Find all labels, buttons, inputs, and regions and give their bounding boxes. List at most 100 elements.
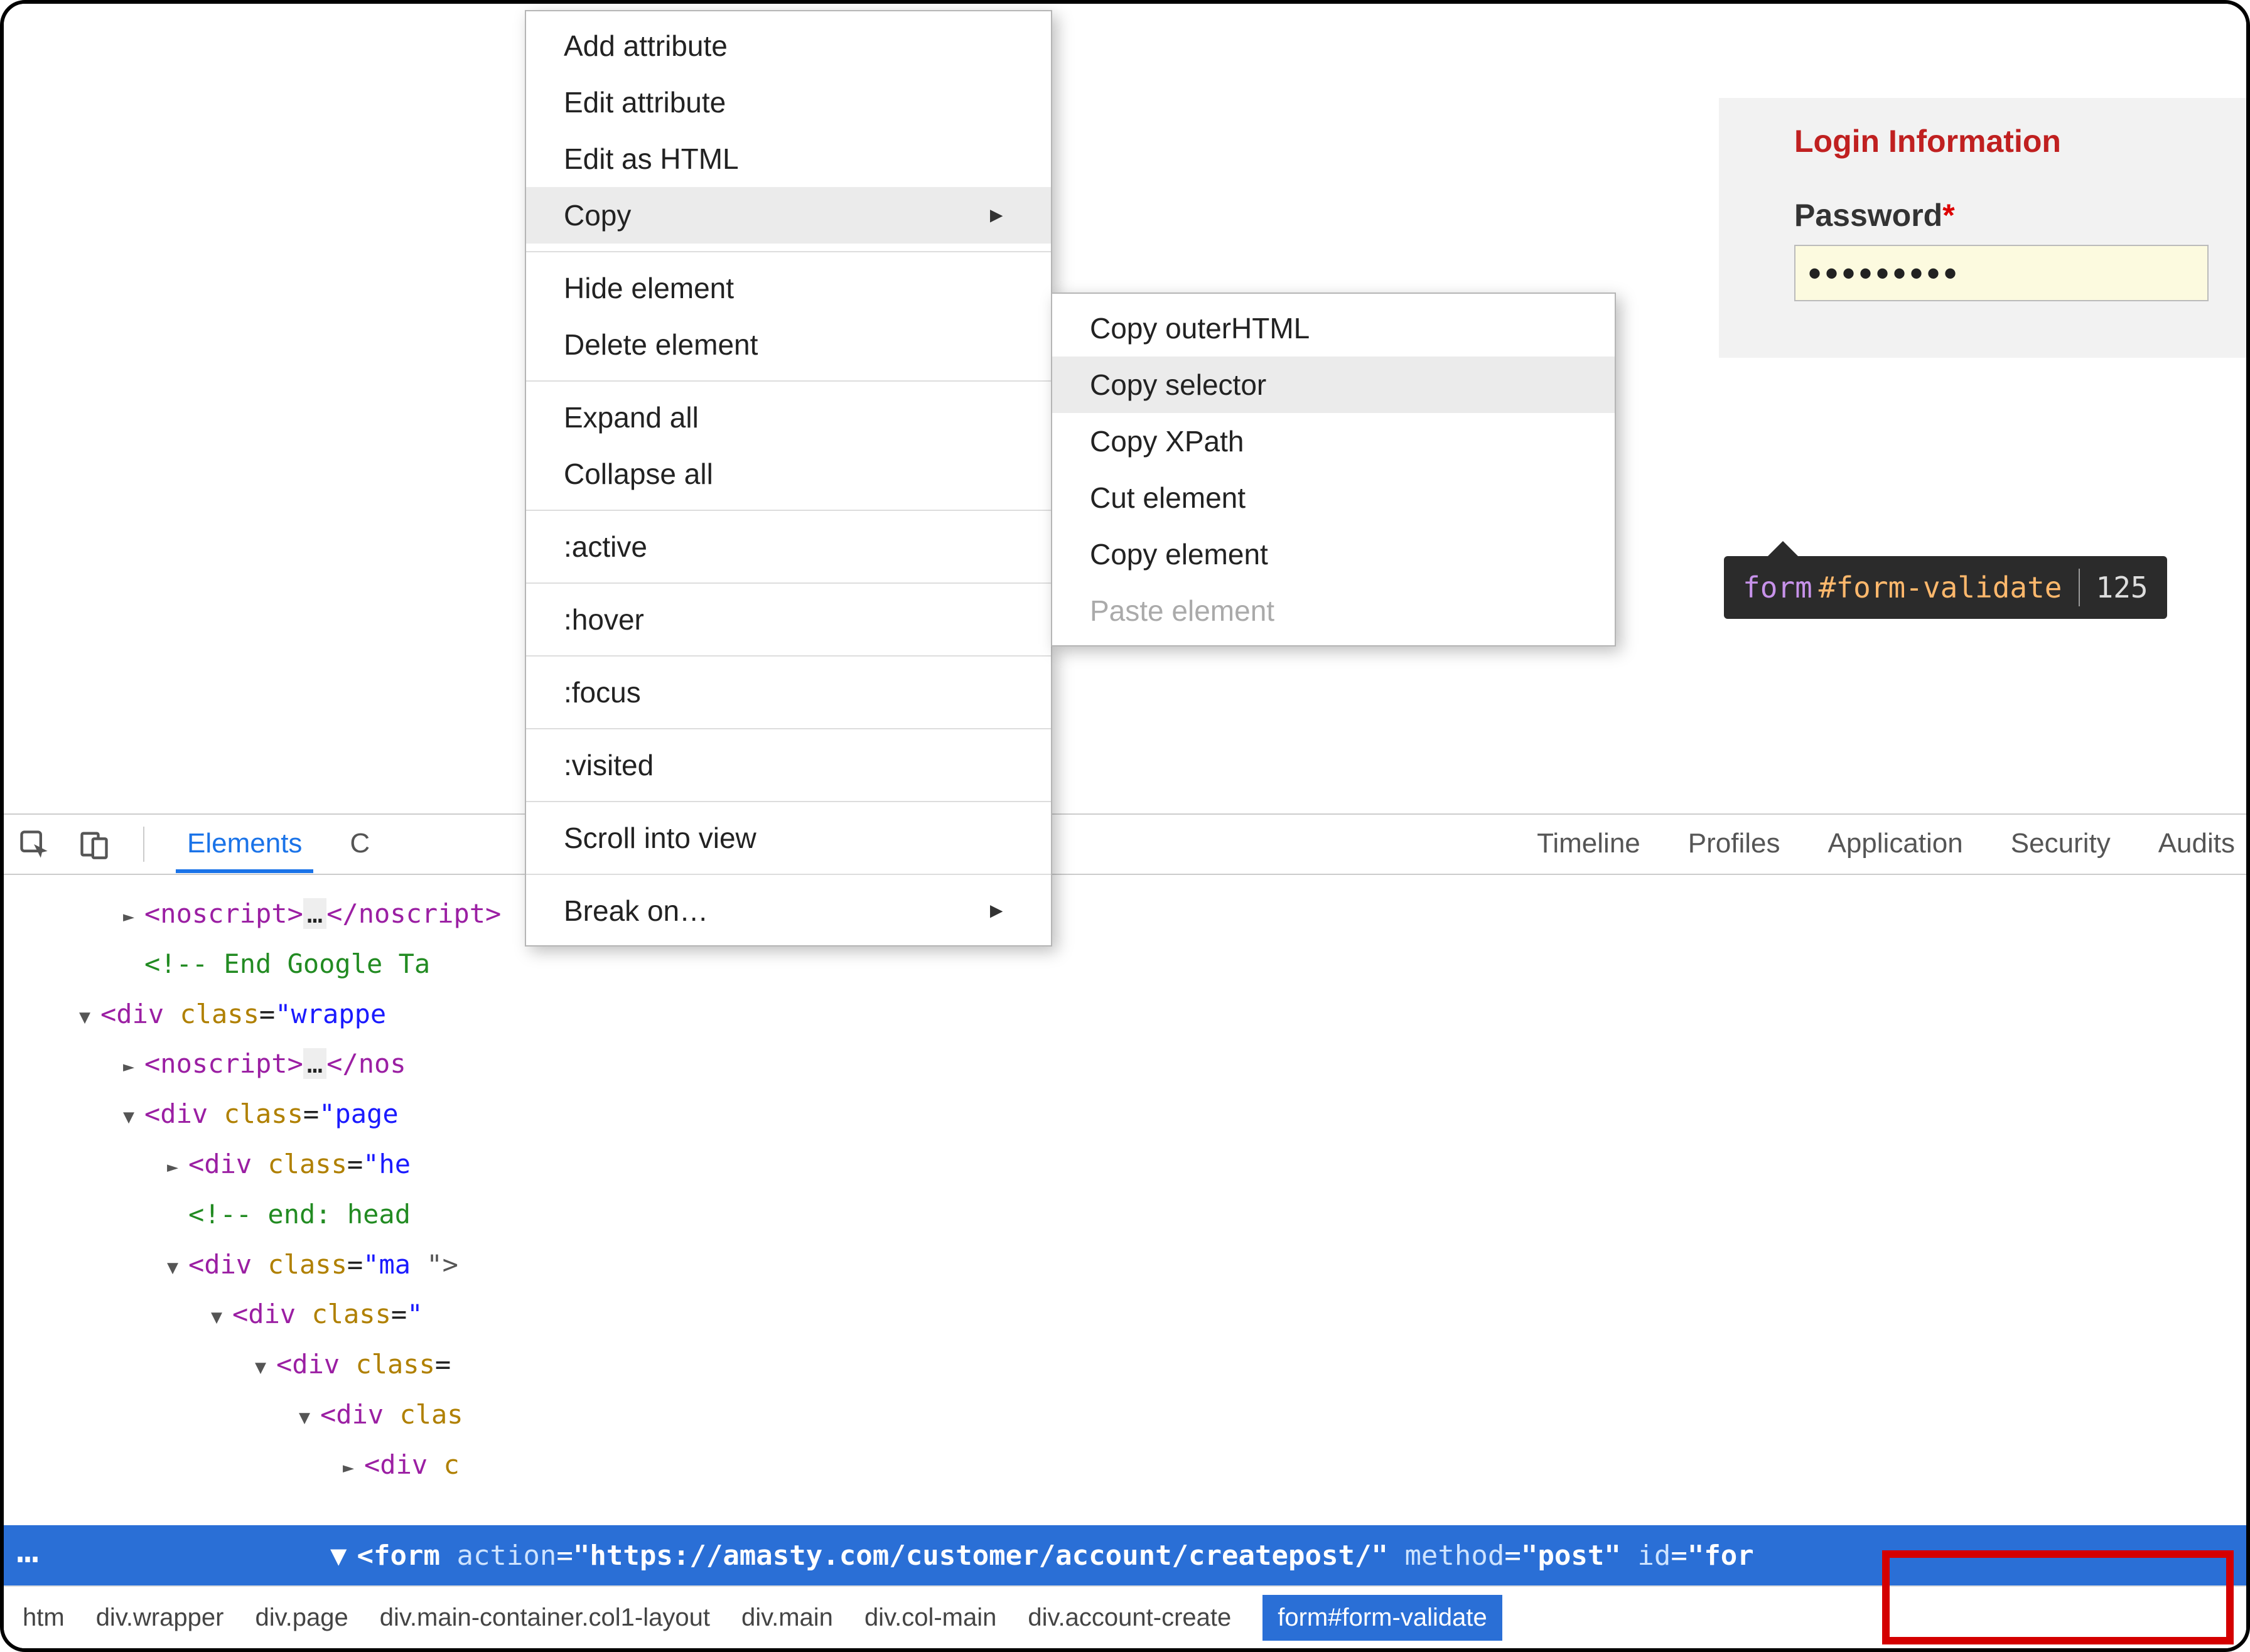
- tooltip-dimensions: 125: [2096, 571, 2167, 604]
- menu-item[interactable]: Break on…►: [526, 882, 1051, 939]
- menu-item-label: Hide element: [564, 271, 734, 305]
- dom-line[interactable]: <div class="ma ">: [41, 1240, 2246, 1290]
- menu-item: Paste element: [1052, 582, 1615, 639]
- caret-icon: [123, 1089, 144, 1139]
- dom-selected-line[interactable]: … ▼ <form action="https://amasty.com/cus…: [4, 1525, 2246, 1585]
- caret-icon: [167, 1139, 188, 1189]
- breadcrumb-item[interactable]: div.main-container.col1-layout: [380, 1604, 710, 1632]
- tab-timeline-partial[interactable]: Timeline: [1526, 815, 1652, 873]
- menu-item-label: :focus: [564, 675, 641, 709]
- menu-item-label: :hover: [564, 603, 644, 636]
- tab-elements[interactable]: Elements: [176, 815, 313, 873]
- context-menu-main[interactable]: Add attribute Edit attribute Edit as HTML C…: [525, 10, 1052, 947]
- login-panel: Login Information Password*: [1719, 98, 2246, 358]
- ellipsis-icon: …: [16, 1528, 39, 1572]
- caret-icon: [343, 1440, 364, 1490]
- menu-item-label: Collapse all: [564, 457, 713, 491]
- menu-item[interactable]: :focus: [526, 664, 1051, 721]
- breadcrumb-item[interactable]: div.wrapper: [96, 1604, 224, 1632]
- tab-security[interactable]: Security: [2000, 815, 2122, 873]
- menu-item[interactable]: Copy selector: [1052, 357, 1615, 413]
- menu-item[interactable]: Expand all: [526, 389, 1051, 446]
- menu-item[interactable]: Delete element: [526, 316, 1051, 373]
- menu-item[interactable]: Copy outerHTML: [1052, 300, 1615, 357]
- tooltip-id: #form-validate: [1819, 571, 2062, 604]
- devtools-panel: Elements C Timeline Profiles Application…: [4, 813, 2246, 1648]
- menu-separator: [526, 655, 1051, 657]
- caret-icon: [123, 889, 144, 939]
- breadcrumb-item[interactable]: div.main: [741, 1604, 833, 1632]
- menu-item[interactable]: Add attribute: [526, 18, 1051, 74]
- menu-item-label: Delete element: [564, 328, 758, 362]
- menu-item[interactable]: Edit attribute: [526, 74, 1051, 131]
- menu-item[interactable]: Edit as HTML: [526, 131, 1051, 187]
- tab-separator: [143, 827, 144, 862]
- menu-item-label: :active: [564, 530, 647, 564]
- breadcrumb-item[interactable]: div.col-main: [864, 1604, 996, 1632]
- menu-item-label: Copy XPath: [1090, 424, 1244, 458]
- password-label: Password*: [1794, 198, 1955, 233]
- menu-item[interactable]: Scroll into view: [526, 810, 1051, 866]
- menu-separator: [526, 582, 1051, 584]
- breadcrumb-item[interactable]: div.page: [255, 1604, 348, 1632]
- tooltip-tag: form: [1724, 571, 1819, 604]
- devtools-tabbar: Elements C Timeline Profiles Application…: [4, 815, 2246, 875]
- menu-item-label: Edit attribute: [564, 85, 726, 119]
- dom-line[interactable]: <noscript>…</nos: [41, 1039, 2246, 1089]
- breadcrumb-item[interactable]: form#form-validate: [1262, 1595, 1502, 1641]
- menu-separator: [526, 874, 1051, 875]
- menu-item[interactable]: Collapse all: [526, 446, 1051, 502]
- viewport: Login Information Password* form#form-va…: [0, 0, 2250, 1652]
- menu-item-label: Add attribute: [564, 29, 728, 63]
- dom-line[interactable]: <div class="wrappe: [41, 989, 2246, 1039]
- tab-console-partial[interactable]: C: [338, 815, 381, 873]
- breadcrumb-item[interactable]: div.account-create: [1028, 1604, 1231, 1632]
- menu-item[interactable]: Copy XPath: [1052, 413, 1615, 469]
- submenu-arrow-icon: ►: [986, 899, 1007, 923]
- menu-item-label: :visited: [564, 748, 654, 782]
- menu-item-label: Paste element: [1090, 594, 1274, 628]
- menu-separator: [526, 251, 1051, 252]
- dom-line[interactable]: <div class=": [41, 1289, 2246, 1339]
- dom-line[interactable]: <noscript>…</noscript>: [41, 889, 2246, 939]
- caret-icon: [167, 1240, 188, 1290]
- menu-item[interactable]: Hide element: [526, 260, 1051, 316]
- tab-application[interactable]: Application: [1816, 815, 1974, 873]
- dom-line[interactable]: <div class="he: [41, 1139, 2246, 1189]
- breadcrumb-item[interactable]: htm: [23, 1604, 65, 1632]
- dom-line[interactable]: <!-- End Google Ta: [41, 939, 2246, 989]
- password-field-row: Password*: [1757, 197, 2221, 301]
- dom-line[interactable]: <div class=: [41, 1339, 2246, 1390]
- required-asterisk: *: [1942, 198, 1954, 233]
- menu-item[interactable]: Cut element: [1052, 469, 1615, 526]
- caret-icon: [255, 1339, 276, 1390]
- menu-item-label: Copy outerHTML: [1090, 311, 1310, 345]
- device-toggle-icon[interactable]: [77, 827, 112, 862]
- menu-item[interactable]: Copy element: [1052, 526, 1615, 582]
- tab-profiles-partial[interactable]: Profiles: [1677, 815, 1792, 873]
- dom-line[interactable]: <div class="page: [41, 1089, 2246, 1139]
- caret-icon: [299, 1390, 320, 1440]
- breadcrumb-bar[interactable]: htm div.wrapper div.page div.main-container…: [4, 1585, 2246, 1648]
- menu-item[interactable]: Copy►: [526, 187, 1051, 244]
- context-menu-copy-submenu[interactable]: Copy outerHTML Copy selector Copy XPath Cut…: [1051, 292, 1616, 646]
- element-highlight-tooltip: form#form-validate 125: [1724, 556, 2167, 619]
- dom-line[interactable]: <div c: [41, 1440, 2246, 1490]
- menu-separator: [526, 728, 1051, 729]
- menu-item-label: Copy selector: [1090, 368, 1266, 402]
- dom-line[interactable]: <!-- end: head: [41, 1189, 2246, 1240]
- menu-item-label: Copy element: [1090, 537, 1268, 571]
- menu-item-label: Scroll into view: [564, 821, 756, 855]
- menu-item-label: Edit as HTML: [564, 142, 739, 176]
- tab-audits[interactable]: Audits: [2147, 815, 2246, 873]
- menu-item[interactable]: :visited: [526, 737, 1051, 793]
- menu-separator: [526, 801, 1051, 802]
- password-input[interactable]: [1794, 245, 2209, 301]
- caret-icon: [211, 1289, 232, 1339]
- menu-separator: [526, 510, 1051, 511]
- menu-item-label: Cut element: [1090, 481, 1246, 515]
- dom-line[interactable]: <div clas: [41, 1390, 2246, 1440]
- inspect-icon[interactable]: [16, 827, 51, 862]
- menu-item[interactable]: :hover: [526, 591, 1051, 648]
- menu-item[interactable]: :active: [526, 518, 1051, 575]
